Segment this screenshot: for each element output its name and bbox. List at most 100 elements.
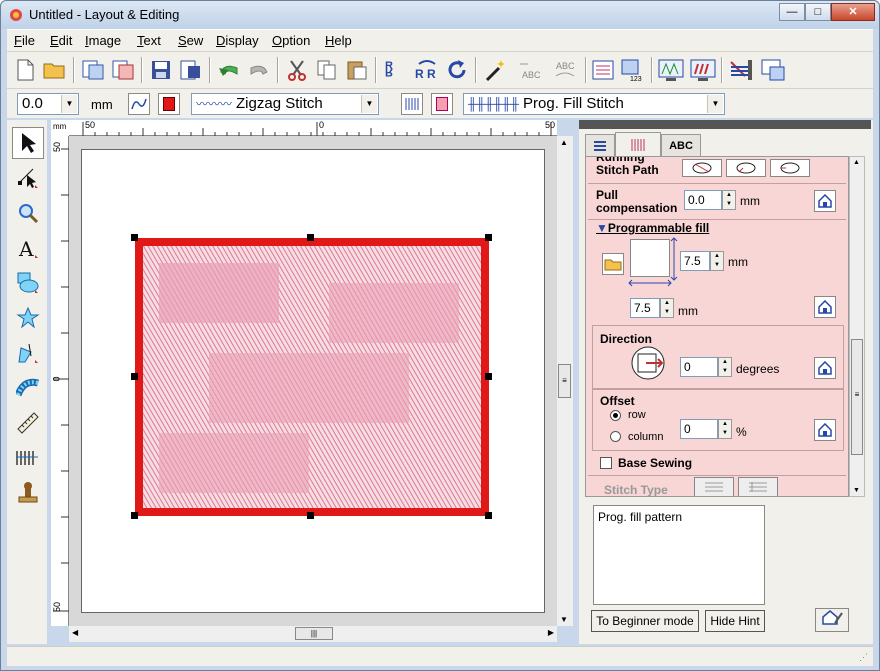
running-path-option-3[interactable] — [770, 159, 810, 177]
menu-help[interactable]: Help — [325, 33, 352, 48]
text-tool-icon[interactable]: A — [12, 232, 44, 264]
line-sew-toggle-icon[interactable] — [128, 93, 150, 115]
fill-height-spinner[interactable]: ▲ ▼ — [710, 251, 724, 271]
resize-grip-icon[interactable]: ⋰ — [859, 652, 871, 664]
reset-default-house-icon[interactable] — [814, 296, 836, 318]
tab-text-attributes[interactable]: ABC — [661, 134, 701, 156]
reset-default-house-icon[interactable] — [814, 190, 836, 212]
mirror-vertical-icon[interactable]: RR — [381, 56, 409, 84]
close-button[interactable]: ✕ — [831, 3, 875, 21]
embroidery-shape[interactable] — [129, 233, 495, 523]
import-icon[interactable] — [79, 56, 107, 84]
offset-column-radio[interactable] — [610, 431, 621, 442]
menu-file[interactable]: File — [14, 33, 35, 48]
manual-punch-icon[interactable] — [12, 442, 44, 474]
region-color-button[interactable] — [431, 93, 453, 115]
maximize-button[interactable]: □ — [805, 3, 831, 21]
stitch-type-option-1[interactable] — [694, 477, 734, 496]
direction-spinner[interactable]: ▲ ▼ — [718, 357, 732, 377]
canvas-vertical-scrollbar[interactable]: ▲ ≡ ▼ — [557, 136, 573, 626]
scroll-down-icon[interactable]: ▼ — [853, 487, 860, 494]
select-arrow-icon[interactable] — [12, 127, 44, 159]
bezier-tool-icon[interactable] — [12, 337, 44, 369]
region-sew-toggle-icon[interactable] — [401, 93, 423, 115]
scroll-thumb[interactable]: ||| — [295, 627, 333, 640]
line-stitch-combo[interactable]: 〰〰〰 Zigzag Stitch ▼ — [191, 93, 379, 115]
minimize-button[interactable]: — — [779, 3, 805, 21]
fill-pattern-preview[interactable] — [630, 239, 670, 277]
offset-field[interactable]: 0 — [680, 419, 718, 439]
export-icon[interactable] — [109, 56, 137, 84]
redo-icon[interactable] — [245, 56, 273, 84]
menu-edit[interactable]: Edit — [50, 33, 72, 48]
attributes-scrollbar[interactable]: ▲ ≡ ▼ — [849, 156, 865, 497]
direction-dial-icon[interactable] — [630, 346, 666, 380]
chevron-down-icon[interactable]: ▼ — [707, 95, 723, 113]
rotate-icon[interactable] — [443, 56, 471, 84]
chevron-down-icon[interactable]: ▼ — [61, 95, 77, 113]
realistic-view-icon[interactable] — [689, 56, 717, 84]
region-stitch-combo[interactable]: ╫╫╫╫╫╫ Prog. Fill Stitch ▼ — [463, 93, 725, 115]
preview-window-icon[interactable] — [759, 56, 787, 84]
direction-field[interactable]: 0 — [680, 357, 718, 377]
line-color-button[interactable] — [158, 93, 180, 115]
menu-sew[interactable]: Sew — [178, 33, 203, 48]
new-file-icon[interactable] — [11, 56, 39, 84]
menu-option[interactable]: Option — [272, 33, 310, 48]
menu-text[interactable]: Text — [137, 33, 161, 48]
magic-wand-icon[interactable] — [481, 56, 509, 84]
write-to-card-icon[interactable] — [727, 56, 755, 84]
pull-comp-field[interactable]: 0.0 — [684, 190, 722, 210]
stitch-type-option-2[interactable] — [738, 477, 778, 496]
save-as-icon[interactable] — [177, 56, 205, 84]
pull-comp-spinner[interactable]: ▲ ▼ — [722, 190, 736, 210]
chevron-down-icon[interactable]: ▼ — [361, 95, 377, 113]
scroll-down-icon[interactable]: ▼ — [560, 615, 568, 624]
hide-hint-button[interactable]: Hide Hint — [705, 610, 765, 632]
settings-house-icon[interactable] — [815, 608, 849, 632]
cut-icon[interactable] — [283, 56, 311, 84]
menu-display[interactable]: Display — [216, 33, 259, 48]
undo-icon[interactable] — [215, 56, 243, 84]
sewing-order-icon[interactable] — [589, 56, 617, 84]
reset-default-house-icon[interactable] — [814, 419, 836, 441]
ruler-measure-icon[interactable] — [12, 407, 44, 439]
base-sewing-checkbox[interactable] — [600, 457, 612, 469]
beginner-mode-button[interactable]: To Beginner mode — [591, 610, 699, 632]
scroll-thumb[interactable]: ≡ — [851, 339, 863, 455]
fill-width-field[interactable]: 7.5 — [630, 298, 660, 318]
fill-height-field[interactable]: 7.5 — [680, 251, 710, 271]
offset-row-radio[interactable] — [610, 410, 621, 421]
tab-sewing-order[interactable] — [585, 134, 615, 156]
mirror-horizontal-icon[interactable]: RR — [413, 56, 441, 84]
scroll-up-icon[interactable]: ▲ — [560, 138, 568, 147]
text-arc-icon[interactable]: ABC — [551, 56, 579, 84]
stitch-view-icon[interactable] — [657, 56, 685, 84]
scroll-up-icon[interactable]: ▲ — [853, 159, 860, 166]
text-on-path-icon[interactable]: ABC — [517, 56, 545, 84]
prog-fill-heading[interactable]: ▼Programmable fill — [596, 221, 709, 235]
running-path-option-2[interactable] — [726, 159, 766, 177]
save-icon[interactable] — [147, 56, 175, 84]
point-edit-icon[interactable] — [12, 162, 44, 194]
scroll-right-icon[interactable]: ▶ — [548, 628, 554, 637]
size-combo[interactable]: 0.0 ▼ — [17, 93, 79, 115]
stitch-tool-icon[interactable] — [12, 372, 44, 404]
open-folder-icon[interactable] — [41, 56, 69, 84]
open-pattern-folder-icon[interactable] — [602, 253, 624, 275]
running-path-option-1[interactable] — [682, 159, 722, 177]
scroll-thumb[interactable]: ≡ — [558, 364, 571, 398]
tab-sewing-attributes[interactable] — [615, 132, 661, 156]
shape-tool-icon[interactable] — [12, 267, 44, 299]
stamp-shape-icon[interactable] — [12, 302, 44, 334]
fill-width-spinner[interactable]: ▲ ▼ — [660, 298, 674, 318]
reset-default-house-icon[interactable] — [814, 357, 836, 379]
stamp-icon[interactable] — [12, 477, 44, 509]
scroll-left-icon[interactable]: ◀ — [72, 628, 78, 637]
canvas-horizontal-scrollbar[interactable]: ◀ ||| ▶ — [69, 626, 557, 642]
offset-spinner[interactable]: ▲ ▼ — [718, 419, 732, 439]
menu-image[interactable]: Image — [85, 33, 121, 48]
paste-icon[interactable] — [343, 56, 371, 84]
copy-icon[interactable] — [313, 56, 341, 84]
zoom-magnifier-icon[interactable] — [12, 197, 44, 229]
